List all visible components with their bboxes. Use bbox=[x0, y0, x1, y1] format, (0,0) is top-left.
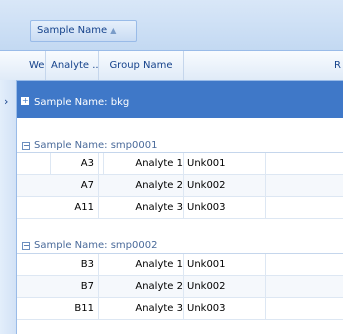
table-row[interactable]: B11 Analyte 3 Unk003 bbox=[17, 298, 343, 320]
column-header-row: Well Analyte ... Group Name R bbox=[0, 51, 343, 81]
cell-well: B7 bbox=[17, 276, 99, 297]
cell-analyte: Analyte 2 bbox=[99, 276, 184, 297]
table-row[interactable]: A11 Analyte 3 Unk003 bbox=[17, 197, 343, 219]
collapse-icon[interactable]: − bbox=[22, 242, 30, 250]
table-row[interactable]: B7 Analyte 2 Unk002 bbox=[17, 276, 343, 298]
group-row-smp0001[interactable]: − Sample Name: smp0001 bbox=[17, 118, 343, 153]
column-header-well[interactable]: Well bbox=[17, 51, 46, 80]
cell-analyte: Analyte 2 bbox=[99, 175, 184, 196]
cell-group-name: Unk003 bbox=[184, 298, 266, 319]
column-header-r[interactable]: R bbox=[184, 51, 343, 80]
group-chip-label: Sample Name bbox=[37, 25, 108, 36]
collapse-icon[interactable]: − bbox=[22, 142, 30, 150]
cell-analyte: Analyte 3 bbox=[99, 197, 184, 218]
cell-analyte: Analyte 3 bbox=[99, 298, 184, 319]
group-by-panel: Sample Name ▲ bbox=[0, 0, 343, 51]
cell-well: B11 bbox=[17, 298, 99, 319]
cell-well: A11 bbox=[17, 197, 99, 218]
cell-group-name: Unk002 bbox=[184, 175, 266, 196]
current-row-indicator-icon: › bbox=[4, 95, 9, 108]
column-header-group-name[interactable]: Group Name bbox=[99, 51, 184, 80]
cell-well: B3 bbox=[17, 254, 99, 275]
group-label: Sample Name: bkg bbox=[34, 97, 130, 108]
group-row-bkg[interactable]: + Sample Name: bkg bbox=[17, 81, 343, 118]
cell-analyte: Analyte 1 bbox=[99, 153, 184, 174]
table-row[interactable]: A3 Analyte 1 Unk001 bbox=[17, 153, 343, 175]
column-header-analyte[interactable]: Analyte ... bbox=[46, 51, 99, 80]
table-row[interactable]: A7 Analyte 2 Unk002 bbox=[17, 175, 343, 197]
group-label: Sample Name: smp0001 bbox=[34, 140, 158, 151]
row-indicator-column bbox=[0, 80, 17, 334]
expand-icon[interactable]: + bbox=[21, 97, 29, 105]
cell-group-name: Unk003 bbox=[184, 197, 266, 218]
cell-well: A7 bbox=[17, 175, 99, 196]
sort-ascending-icon: ▲ bbox=[110, 26, 117, 35]
cell-analyte: Analyte 1 bbox=[99, 254, 184, 275]
table-row[interactable]: B3 Analyte 1 Unk001 bbox=[17, 254, 343, 276]
group-by-sample-name-chip[interactable]: Sample Name ▲ bbox=[30, 20, 137, 42]
group-label: Sample Name: smp0002 bbox=[34, 240, 158, 251]
group-row-smp0002[interactable]: − Sample Name: smp0002 bbox=[17, 219, 343, 254]
cell-group-name: Unk002 bbox=[184, 276, 266, 297]
cell-group-name: Unk001 bbox=[184, 254, 266, 275]
cell-group-name: Unk001 bbox=[184, 153, 266, 174]
